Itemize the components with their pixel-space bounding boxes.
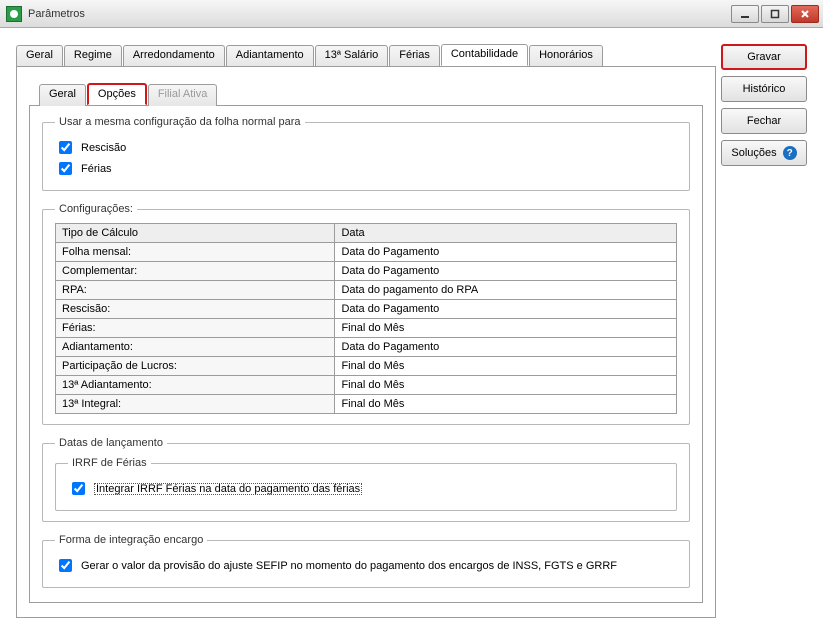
subtab-geral[interactable]: Geral [39,84,86,106]
solucoes-label: Soluções [731,147,776,159]
tab-arredondamento-label: Arredondamento [133,49,215,61]
solucoes-button[interactable]: Soluções ? [721,140,807,166]
tab-13-salario[interactable]: 13ª Salário [315,45,389,67]
minimize-button[interactable] [731,5,759,23]
subtab-geral-label: Geral [49,88,76,100]
minimize-icon [740,9,750,19]
cell-data[interactable]: Final do Mês [335,395,677,414]
subtab-body-opcoes: Usar a mesma configuração da folha norma… [29,105,703,603]
config-header-data: Data [335,224,677,243]
cell-tipo: Participação de Lucros: [56,357,335,376]
fechar-button[interactable]: Fechar [721,108,807,134]
group-datas-lancamento: Datas de lançamento IRRF de Férias Integ… [42,437,690,522]
group-mesma-config-legend: Usar a mesma configuração da folha norma… [55,116,305,128]
tab-adiantamento-label: Adiantamento [236,49,304,61]
subtab-opcoes-label: Opções [98,88,136,100]
sub-tabstrip: Geral Opções Filial Ativa [39,83,703,105]
cell-tipo: 13ª Adiantamento: [56,376,335,395]
tab-13-salario-label: 13ª Salário [325,49,379,61]
table-row: Férias:Final do Mês [56,319,677,338]
fechar-label: Fechar [747,115,781,127]
historico-button[interactable]: Histórico [721,76,807,102]
checkbox-rescisao-label: Rescisão [81,142,126,154]
checkbox-irrf-ferias[interactable] [72,482,85,495]
app-icon [6,6,22,22]
cell-data[interactable]: Final do Mês [335,376,677,395]
titlebar: Parâmetros [0,0,823,28]
maximize-button[interactable] [761,5,789,23]
checkbox-provisao-sefip-label: Gerar o valor da provisão do ajuste SEFI… [81,560,617,572]
tab-geral-label: Geral [26,49,53,61]
config-table: Tipo de Cálculo Data Folha mensal:Data d… [55,223,677,414]
table-row: Rescisão:Data do Pagamento [56,300,677,319]
table-row: Adiantamento:Data do Pagamento [56,338,677,357]
tab-honorarios[interactable]: Honorários [529,45,603,67]
subtab-filial-ativa: Filial Ativa [148,84,218,106]
group-irrf-ferias: IRRF de Férias Integrar IRRF Férias na d… [55,457,677,511]
table-row: Folha mensal:Data do Pagamento [56,243,677,262]
tab-ferias[interactable]: Férias [389,45,440,67]
side-buttons: Gravar Histórico Fechar Soluções ? [721,44,807,166]
tab-adiantamento[interactable]: Adiantamento [226,45,314,67]
tab-honorarios-label: Honorários [539,49,593,61]
cell-tipo: RPA: [56,281,335,300]
cell-data[interactable]: Data do Pagamento [335,243,677,262]
group-mesma-config: Usar a mesma configuração da folha norma… [42,116,690,191]
window-controls [731,5,819,23]
tab-arredondamento[interactable]: Arredondamento [123,45,225,67]
tab-body-contabilidade: Geral Opções Filial Ativa Usar a mesma c… [16,66,716,618]
cell-data[interactable]: Final do Mês [335,357,677,376]
gravar-label: Gravar [747,51,781,63]
group-encargo-legend: Forma de integração encargo [55,534,207,546]
checkbox-ferias[interactable] [59,162,72,175]
cell-tipo: Folha mensal: [56,243,335,262]
close-icon [800,9,810,19]
checkbox-rescisao[interactable] [59,141,72,154]
cell-data[interactable]: Data do Pagamento [335,338,677,357]
cell-data[interactable]: Final do Mês [335,319,677,338]
tab-geral[interactable]: Geral [16,45,63,67]
cell-tipo: 13ª Integral: [56,395,335,414]
tab-contabilidade-label: Contabilidade [451,48,518,60]
close-button[interactable] [791,5,819,23]
main-tabstrip: Geral Regime Arredondamento Adiantamento… [16,44,716,66]
cell-data[interactable]: Data do Pagamento [335,300,677,319]
checkbox-ferias-label: Férias [81,163,112,175]
tab-contabilidade[interactable]: Contabilidade [441,44,528,66]
table-row: Participação de Lucros:Final do Mês [56,357,677,376]
group-irrf-legend: IRRF de Férias [68,457,151,469]
window-title: Parâmetros [28,8,731,20]
checkbox-provisao-sefip[interactable] [59,559,72,572]
tab-regime[interactable]: Regime [64,45,122,67]
cell-data[interactable]: Data do pagamento do RPA [335,281,677,300]
group-datas-legend: Datas de lançamento [55,437,167,449]
historico-label: Histórico [743,83,786,95]
table-row: RPA:Data do pagamento do RPA [56,281,677,300]
checkbox-irrf-ferias-label: Integrar IRRF Férias na data do pagament… [94,483,362,495]
cell-tipo: Adiantamento: [56,338,335,357]
tab-ferias-label: Férias [399,49,430,61]
group-configuracoes: Configurações: Tipo de Cálculo Data Folh… [42,203,690,425]
cell-tipo: Férias: [56,319,335,338]
cell-data[interactable]: Data do Pagamento [335,262,677,281]
table-row: Complementar:Data do Pagamento [56,262,677,281]
gravar-button[interactable]: Gravar [721,44,807,70]
config-header-tipo: Tipo de Cálculo [56,224,335,243]
tab-regime-label: Regime [74,49,112,61]
maximize-icon [770,9,780,19]
table-row: 13ª Integral:Final do Mês [56,395,677,414]
table-row: 13ª Adiantamento:Final do Mês [56,376,677,395]
group-configuracoes-legend: Configurações: [55,203,137,215]
group-integracao-encargo: Forma de integração encargo Gerar o valo… [42,534,690,588]
cell-tipo: Rescisão: [56,300,335,319]
subtab-filial-label: Filial Ativa [158,88,208,100]
help-icon: ? [783,146,797,160]
subtab-opcoes[interactable]: Opções [87,83,147,105]
cell-tipo: Complementar: [56,262,335,281]
